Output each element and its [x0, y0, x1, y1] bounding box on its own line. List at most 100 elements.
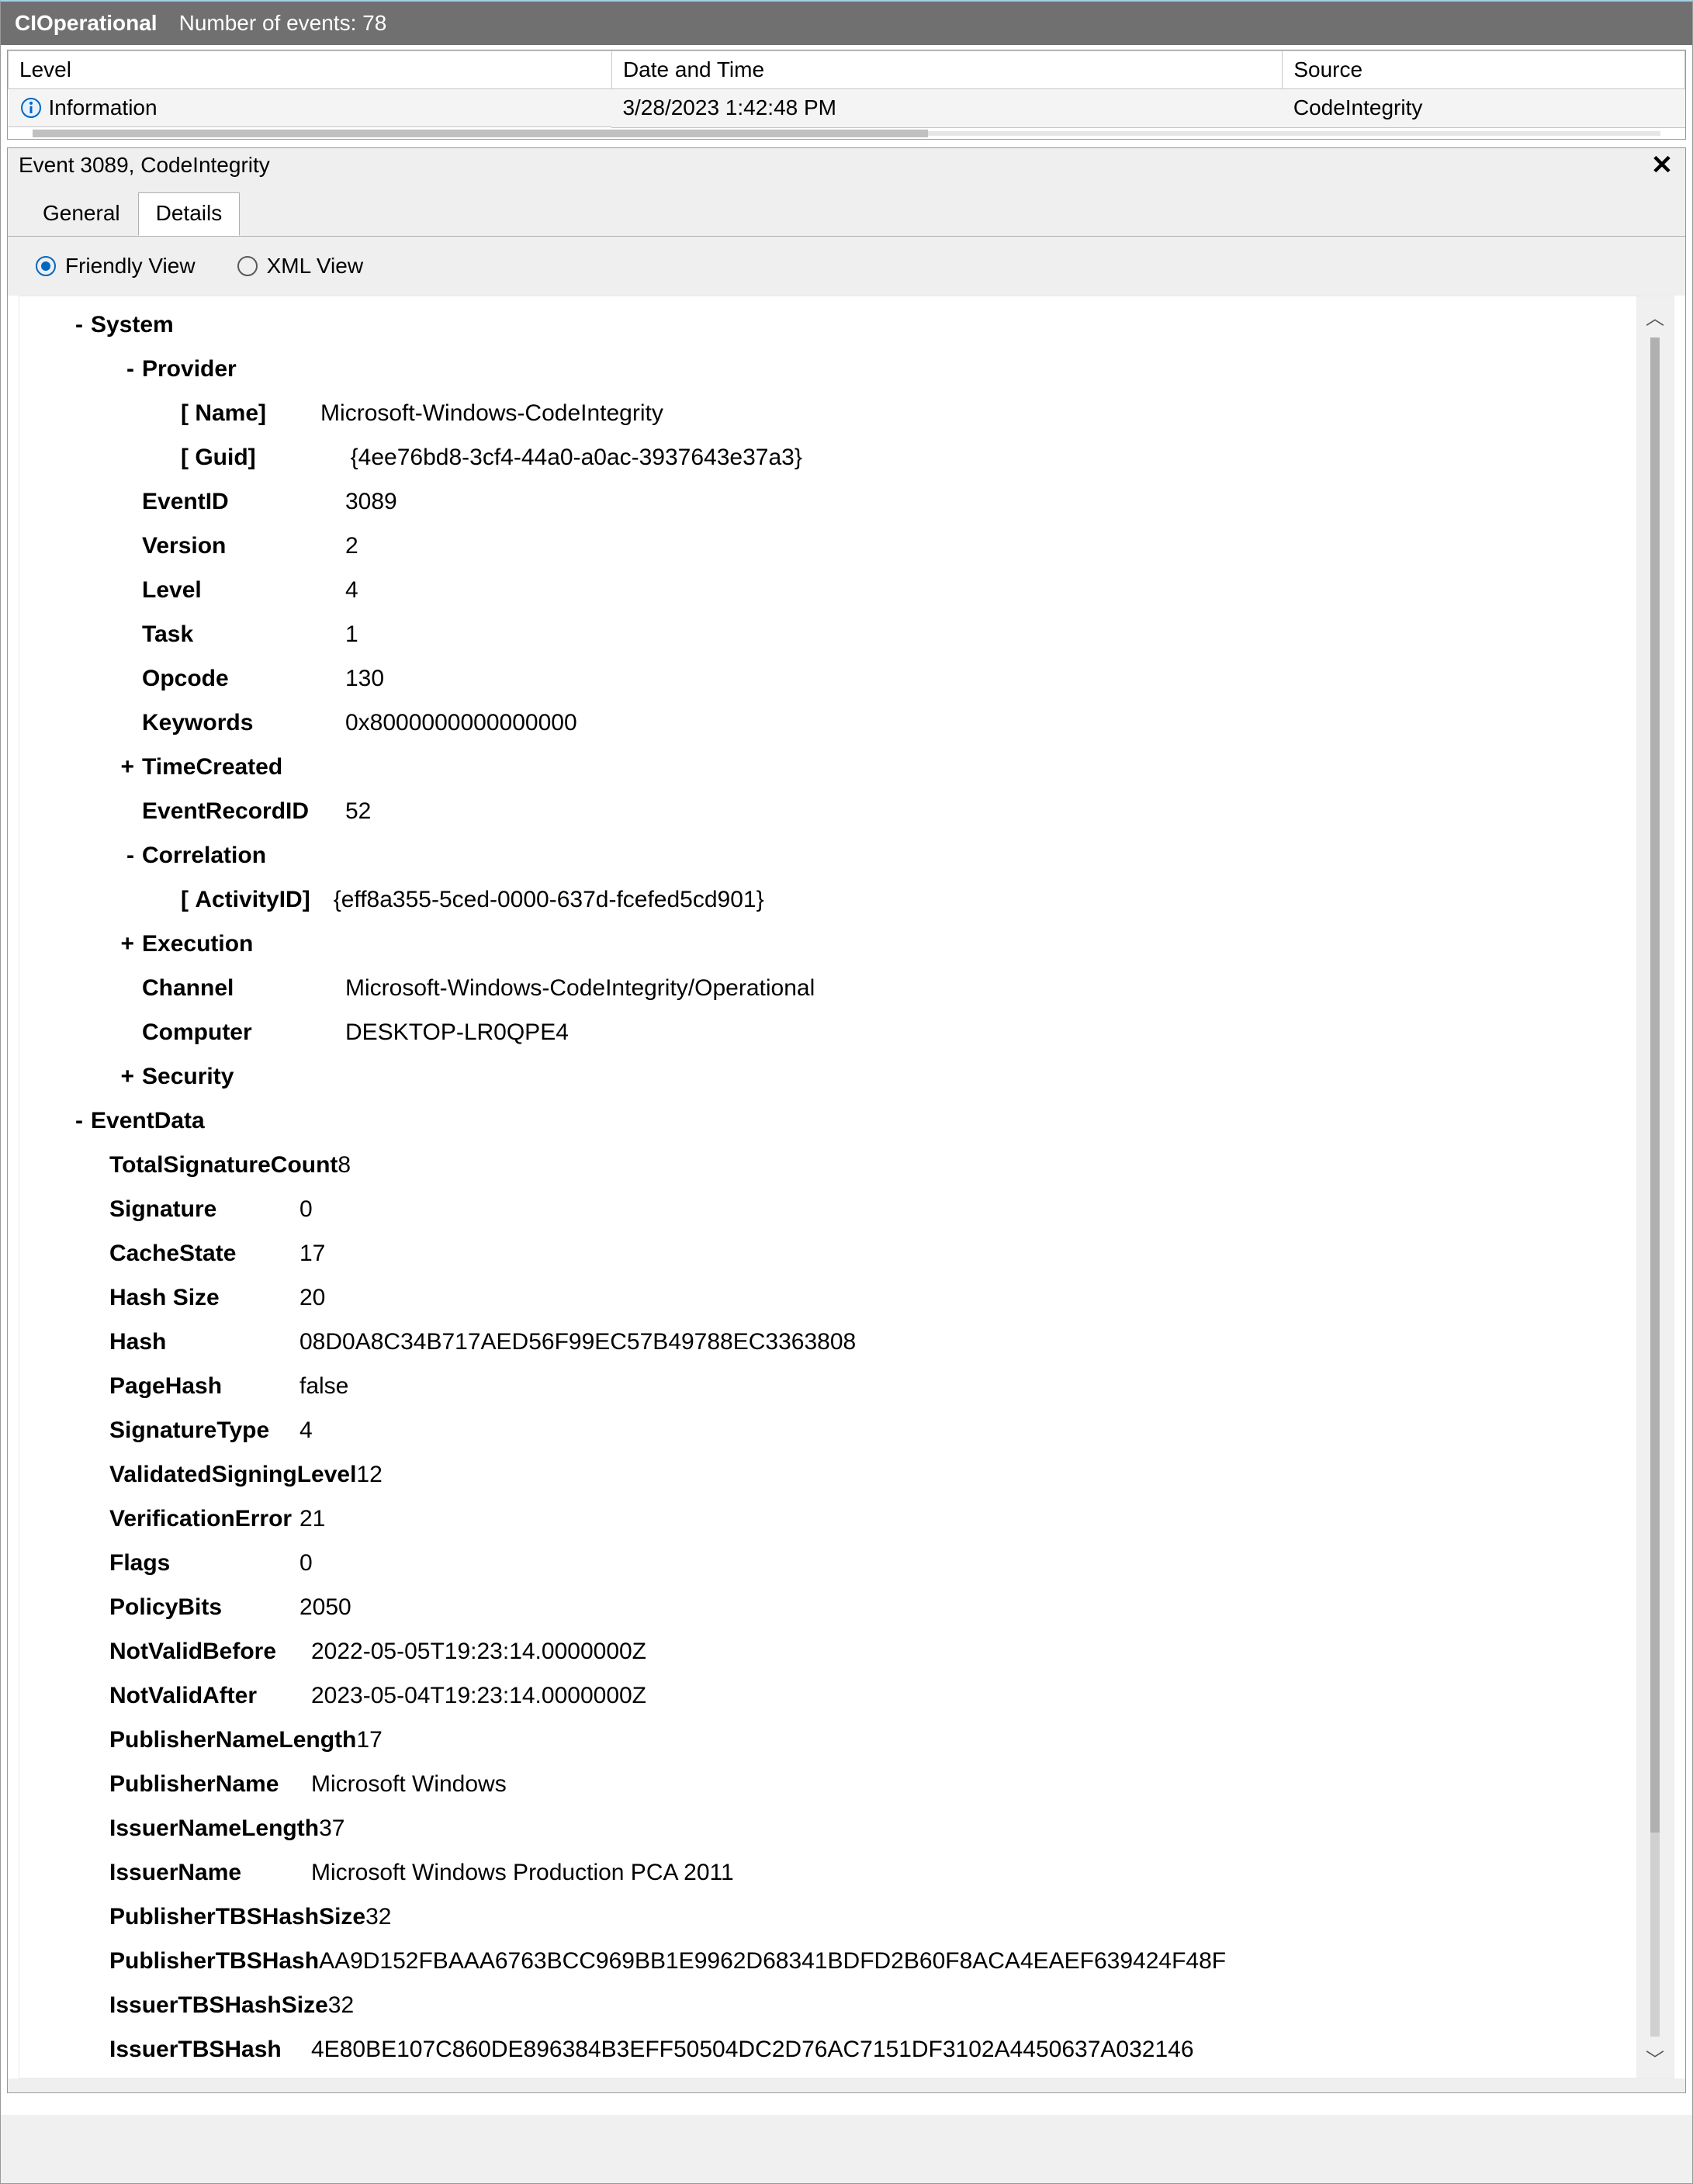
level-value: 4 — [345, 568, 358, 612]
ed-not-valid-after: NotValidAfter — [109, 1673, 311, 1718]
task-value: 1 — [345, 612, 358, 656]
radio-friendly-view[interactable]: Friendly View — [36, 254, 196, 279]
ed-issuer-name: IssuerName — [109, 1850, 311, 1895]
activity-id-label: [ ActivityID] — [181, 877, 310, 922]
tab-details[interactable]: Details — [138, 192, 241, 236]
radio-xml-view[interactable]: XML View — [237, 254, 364, 279]
ed-hash-value: 08D0A8C34B717AED56F99EC57B49788EC3363808 — [299, 1320, 856, 1364]
node-correlation[interactable]: Correlation — [142, 833, 266, 877]
grid-cell-level: Information — [49, 95, 158, 120]
grid-header-row: Level Date and Time Source — [9, 51, 1685, 89]
provider-name-label: [ Name] — [181, 391, 266, 435]
ed-signature-value: 0 — [299, 1187, 313, 1231]
node-computer[interactable]: Computer — [142, 1010, 345, 1054]
provider-guid-label: [ Guid] — [181, 435, 256, 479]
ed-publisher-tbs-hash: PublisherTBSHash — [109, 1939, 319, 1983]
opcode-value: 130 — [345, 656, 384, 701]
title-bar-name: CIOperational — [15, 11, 158, 36]
ed-policy-bits: PolicyBits — [109, 1585, 299, 1629]
node-task[interactable]: Task — [142, 612, 345, 656]
grid-row[interactable]: Information 3/28/2023 1:42:48 PM CodeInt… — [9, 89, 1685, 128]
ed-issuer-name-value: Microsoft Windows Production PCA 2011 — [311, 1850, 734, 1895]
node-provider[interactable]: Provider — [142, 347, 237, 391]
ed-publisher-tbs-hash-size-value: 32 — [365, 1895, 391, 1939]
ed-page-hash: PageHash — [109, 1364, 299, 1408]
chevron-up-icon[interactable]: ︿ — [1646, 303, 1664, 330]
detail-panel: Event 3089, CodeIntegrity ✕ General Deta… — [7, 147, 1686, 2093]
node-channel[interactable]: Channel — [142, 966, 345, 1010]
ed-issuer-name-length: IssuerNameLength — [109, 1806, 319, 1850]
node-event-id[interactable]: EventID — [142, 479, 345, 524]
ed-issuer-tbs-hash-size: IssuerTBSHashSize — [109, 1983, 328, 2027]
ed-validated-signing-level-value: 12 — [356, 1452, 382, 1497]
grid-cell-datetime: 3/28/2023 1:42:48 PM — [611, 89, 1282, 128]
node-keywords[interactable]: Keywords — [142, 701, 345, 745]
ed-issuer-tbs-hash-size-value: 32 — [328, 1983, 354, 2027]
grid-cell-source: CodeIntegrity — [1283, 89, 1685, 128]
ed-hash-size-value: 20 — [299, 1275, 325, 1320]
ed-issuer-name-length-value: 37 — [319, 1806, 344, 1850]
node-opcode[interactable]: Opcode — [142, 656, 345, 701]
tree-v-scrollbar[interactable]: ︿ ﹀ — [1636, 296, 1674, 2078]
grid-header-source[interactable]: Source — [1283, 51, 1685, 89]
toggle-icon[interactable]: + — [109, 922, 142, 966]
channel-value: Microsoft-Windows-CodeIntegrity/Operatio… — [345, 966, 815, 1010]
radio-xml-label: XML View — [267, 254, 364, 279]
activity-id-value: {eff8a355-5ced-0000-637d-fcefed5cd901} — [334, 877, 764, 922]
ed-cache-state: CacheState — [109, 1231, 299, 1275]
ed-flags-value: 0 — [299, 1541, 313, 1585]
event-grid: Level Date and Time Source Information 3… — [7, 50, 1686, 140]
title-bar-count: Number of events: 78 — [179, 11, 387, 36]
node-execution[interactable]: Execution — [142, 922, 253, 966]
toggle-icon[interactable]: - — [109, 347, 142, 391]
footer-blank — [1, 2115, 1692, 2183]
grid-header-level[interactable]: Level — [9, 51, 612, 89]
computer-value: DESKTOP-LR0QPE4 — [345, 1010, 569, 1054]
node-event-record-id[interactable]: EventRecordID — [142, 789, 345, 833]
keywords-value: 0x8000000000000000 — [345, 701, 577, 745]
ed-validated-signing-level: ValidatedSigningLevel — [109, 1452, 356, 1497]
toggle-icon[interactable]: + — [109, 1054, 142, 1099]
ed-signature-type: SignatureType — [109, 1408, 299, 1452]
provider-name-value: Microsoft-Windows-CodeIntegrity — [320, 391, 663, 435]
title-bar: CIOperational Number of events: 78 — [1, 2, 1692, 45]
ed-total-signature-count-value: 8 — [338, 1143, 351, 1187]
ed-not-valid-before-value: 2022-05-05T19:23:14.0000000Z — [311, 1629, 646, 1673]
grid-h-scrollbar[interactable] — [33, 128, 1660, 139]
toggle-icon[interactable]: + — [109, 745, 142, 789]
close-icon[interactable]: ✕ — [1650, 153, 1674, 178]
event-record-id-value: 52 — [345, 789, 371, 833]
node-time-created[interactable]: TimeCreated — [142, 745, 282, 789]
ed-not-valid-after-value: 2023-05-04T19:23:14.0000000Z — [311, 1673, 646, 1718]
node-event-data[interactable]: EventData — [91, 1099, 205, 1143]
tab-strip: General Details — [8, 186, 1685, 236]
toggle-icon[interactable]: - — [58, 1099, 91, 1143]
provider-guid-value: {4ee76bd8-3cf4-44a0-a0ac-3937643e37a3} — [351, 435, 802, 479]
version-value: 2 — [345, 524, 358, 568]
chevron-down-icon[interactable]: ﹀ — [1646, 2044, 1664, 2072]
tab-general[interactable]: General — [25, 192, 138, 236]
ed-verification-error-value: 21 — [299, 1497, 325, 1541]
ed-signature: Signature — [109, 1187, 299, 1231]
ed-policy-bits-value: 2050 — [299, 1585, 351, 1629]
grid-header-datetime[interactable]: Date and Time — [611, 51, 1282, 89]
node-security[interactable]: Security — [142, 1054, 234, 1099]
ed-not-valid-before: NotValidBefore — [109, 1629, 311, 1673]
node-version[interactable]: Version — [142, 524, 345, 568]
panel-title: Event 3089, CodeIntegrity — [19, 153, 270, 178]
node-system[interactable]: System — [91, 303, 174, 347]
ed-publisher-name-length: PublisherNameLength — [109, 1718, 356, 1762]
ed-publisher-name-value: Microsoft Windows — [311, 1762, 507, 1806]
event-id-value: 3089 — [345, 479, 397, 524]
toggle-icon[interactable]: - — [58, 303, 91, 347]
radio-dot-icon — [36, 256, 56, 276]
radio-empty-icon — [237, 256, 258, 276]
ed-publisher-name-length-value: 17 — [356, 1718, 382, 1762]
node-level[interactable]: Level — [142, 568, 345, 612]
ed-hash-size: Hash Size — [109, 1275, 299, 1320]
ed-verification-error: VerificationError — [109, 1497, 299, 1541]
window-frame: CIOperational Number of events: 78 Level… — [0, 0, 1693, 2184]
toggle-icon[interactable]: - — [109, 833, 142, 877]
ed-total-signature-count: TotalSignatureCount — [109, 1143, 338, 1187]
tree-view[interactable]: -System -Provider [ Name]Microsoft-Windo… — [19, 296, 1636, 2078]
